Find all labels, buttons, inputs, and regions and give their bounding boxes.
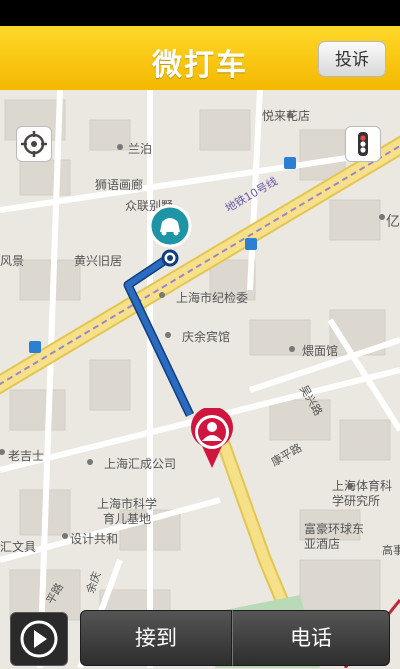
bottom-action-bar: 接到 电话 [0, 608, 400, 668]
call-button[interactable]: 电话 [232, 610, 390, 666]
map-label: 上海市科学育儿基地 [96, 497, 157, 526]
map-view[interactable]: 悦来花店 兰泊 狮语画廊 众联别墅 地铁10号线 亿 风景 黄兴旧居 上海市纪检… [0, 90, 400, 668]
traffic-light-icon [358, 132, 368, 156]
driver-car-pin-icon[interactable] [146, 204, 194, 260]
map-label: 亿 [386, 214, 400, 230]
map-label: 上海体育科学研究所 [332, 479, 393, 508]
status-bar [0, 0, 400, 26]
map-label: 风景 [0, 254, 25, 268]
map-label: 老吉士 [8, 449, 45, 463]
complain-button[interactable]: 投诉 [318, 41, 386, 77]
traffic-button[interactable] [345, 126, 381, 162]
app-header: 微打车 投诉 [0, 26, 400, 90]
map-label: 黄兴旧居 [74, 254, 123, 268]
map-label: 上海汇成公司 [104, 457, 177, 471]
map-label: 兰泊 [128, 142, 153, 156]
picked-up-button[interactable]: 接到 [80, 610, 232, 666]
map-label: 悦来花店 [262, 109, 311, 123]
map-label: 狮语画廊 [95, 178, 144, 192]
crosshair-icon [21, 131, 47, 157]
map-label: 设计共和 [70, 532, 119, 546]
map-label: 富豪环球东亚酒店 [304, 522, 365, 551]
map-label: 庆余宾馆 [182, 330, 231, 344]
play-voice-button[interactable] [10, 612, 68, 666]
map-label: 高事 [382, 544, 400, 557]
play-icon [20, 620, 58, 658]
map-label: 汇文具 [0, 540, 37, 554]
map-canvas [0, 90, 400, 668]
locate-button[interactable] [16, 126, 52, 162]
map-label: 煨面馆 [302, 344, 339, 358]
map-label: 上海市纪检委 [176, 291, 249, 305]
passenger-pin-icon[interactable] [188, 408, 236, 470]
